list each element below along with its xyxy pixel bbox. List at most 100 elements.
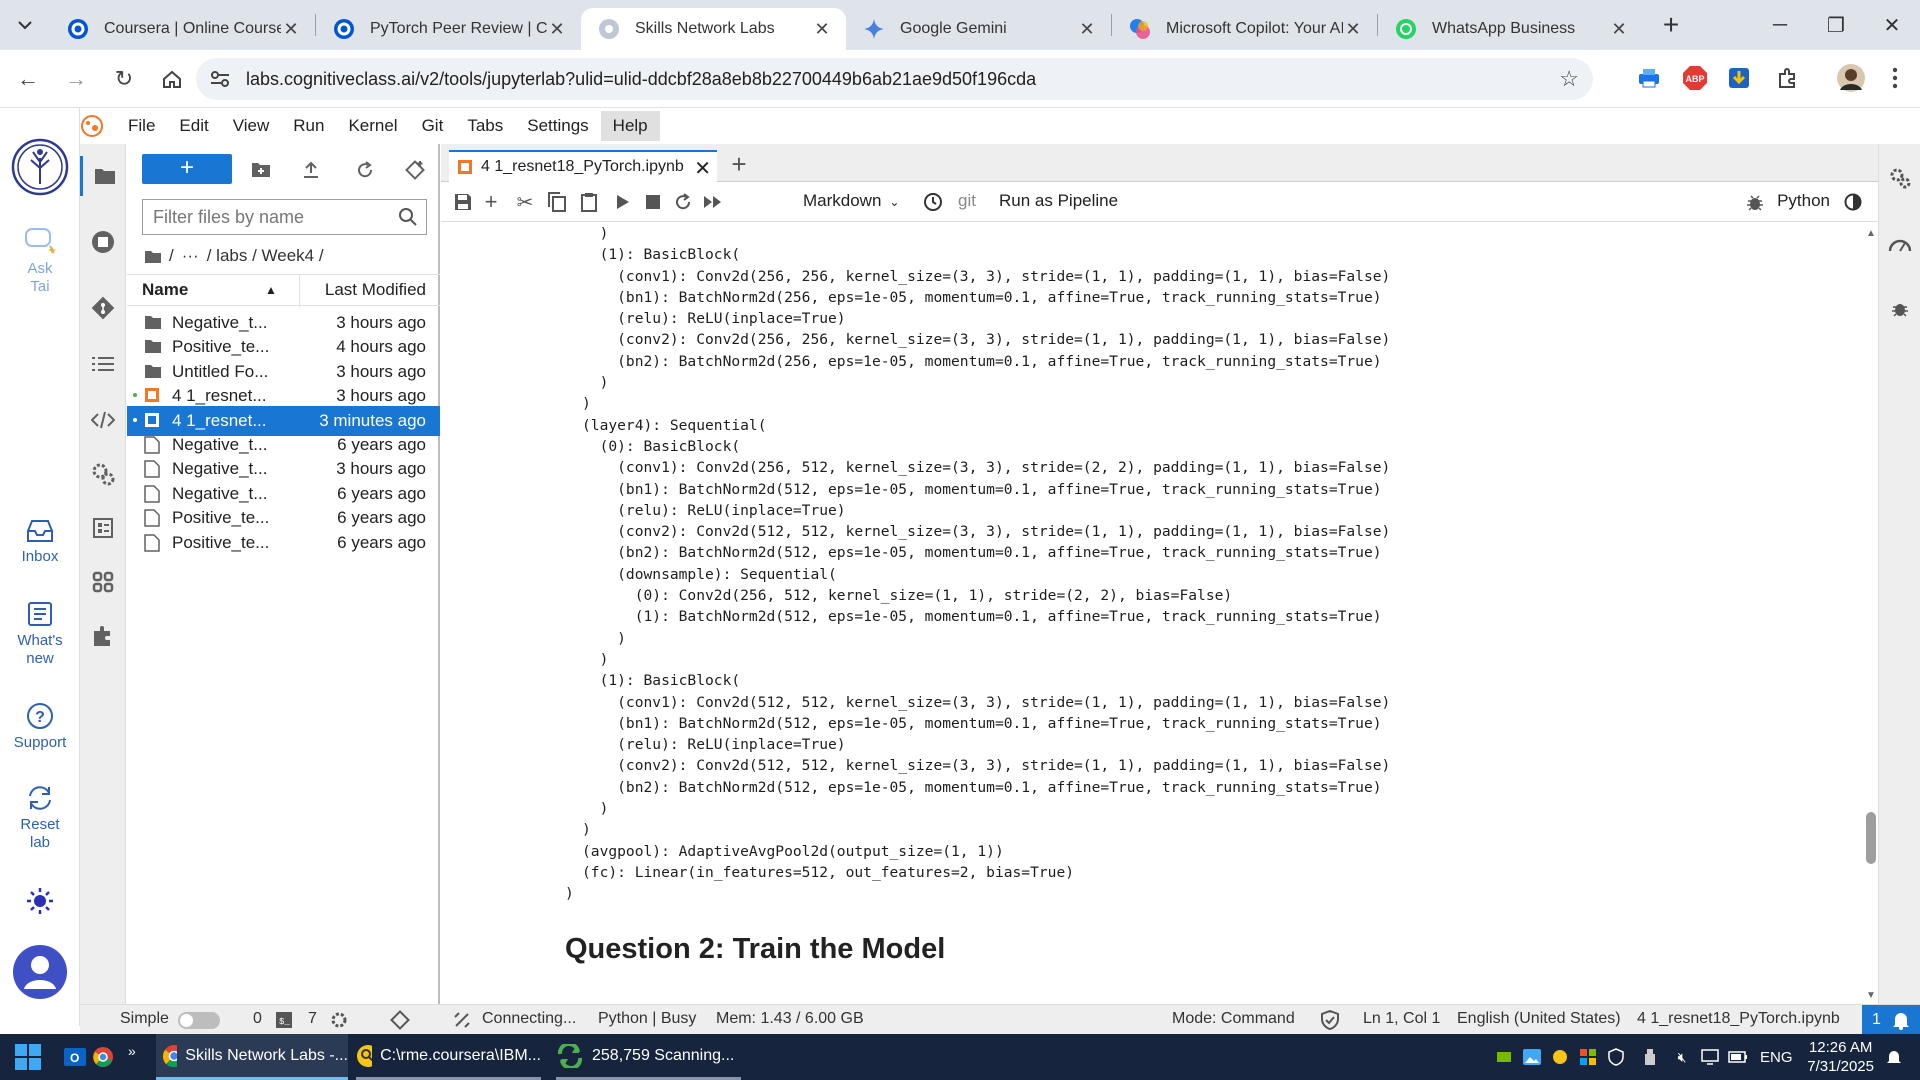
site-info-icon[interactable] — [208, 67, 232, 91]
browser-tab-skills-network[interactable]: Skills Network Labs ✕ — [581, 8, 846, 50]
close-icon[interactable]: ✕ — [1343, 19, 1363, 40]
kernel-name[interactable]: Python — [1777, 191, 1830, 211]
whats-new-button[interactable]: What's new — [0, 600, 80, 668]
terminal-count[interactable]: 0 — [253, 1010, 262, 1028]
browser-tab-copilot[interactable]: Microsoft Copilot: Your AI ✕ — [1112, 8, 1377, 50]
file-row[interactable]: Positive_te... 6 years ago — [127, 528, 440, 558]
back-button[interactable]: ← — [8, 59, 48, 99]
browser-tab-coursera[interactable]: Coursera | Online Courses ✕ — [50, 8, 315, 50]
markdown-heading[interactable]: Question 2: Train the Model — [565, 933, 945, 966]
display-tray-icon[interactable] — [1700, 1047, 1720, 1067]
upload-button[interactable] — [299, 158, 323, 182]
trusted-shield-icon[interactable] — [1321, 1009, 1339, 1035]
close-icon[interactable]: ✕ — [547, 19, 567, 40]
extension-manager-tab[interactable] — [80, 616, 126, 656]
refresh-button[interactable] — [353, 158, 377, 182]
breadcrumb-root[interactable]: / — [169, 246, 174, 266]
notifications-button[interactable]: 1 — [1862, 1005, 1920, 1035]
scroll-up-icon[interactable]: ▲ — [1866, 228, 1876, 239]
support-button[interactable]: ? Support — [0, 702, 80, 751]
table-of-contents-tab[interactable] — [80, 344, 126, 384]
code-snippets-tab[interactable] — [80, 400, 126, 440]
git-diff-button[interactable]: git — [958, 191, 976, 211]
execution-time-button[interactable] — [921, 190, 945, 214]
close-icon[interactable]: ✕ — [281, 19, 301, 40]
scrollbar-thumb[interactable] — [1866, 812, 1876, 864]
column-name-header[interactable]: Name — [142, 280, 188, 300]
property-inspector-button[interactable] — [1879, 158, 1920, 198]
system-clock[interactable]: 12:26 AM 7/31/2025 — [1807, 1038, 1874, 1076]
menu-edit[interactable]: Edit — [167, 111, 220, 141]
browser-tab-gemini[interactable]: Google Gemini ✕ — [846, 8, 1111, 50]
extensions-tab[interactable] — [80, 562, 126, 602]
chrome-taskbar-icon[interactable] — [92, 1034, 114, 1080]
copy-button[interactable] — [545, 190, 569, 214]
adblock-icon[interactable]: ABP — [1678, 61, 1712, 95]
inbox-button[interactable]: Inbox — [0, 518, 80, 565]
office-tray-icon[interactable] — [1578, 1047, 1598, 1067]
taskbar-overflow-chevron[interactable]: » — [128, 1028, 136, 1074]
new-launcher-button[interactable]: + — [142, 154, 232, 184]
nvidia-tray-icon[interactable] — [1494, 1047, 1514, 1067]
browser-tab-whatsapp[interactable]: WhatsApp Business ✕ — [1378, 8, 1643, 50]
close-icon[interactable]: ✕ — [1609, 19, 1629, 40]
browser-tab-pytorch-review[interactable]: PyTorch Peer Review | Cou ✕ — [316, 8, 581, 50]
gallery-tray-icon[interactable] — [1522, 1047, 1542, 1067]
notebook-tab[interactable]: 4 1_resnet18_PyTorch.ipynb ✕ — [449, 150, 717, 182]
breadcrumb-path[interactable]: / labs / Week4 / — [207, 246, 324, 266]
kernel-count[interactable]: 7 — [308, 1010, 317, 1028]
cursor-position[interactable]: Ln 1, Col 1 — [1363, 1010, 1440, 1028]
menu-run[interactable]: Run — [281, 111, 336, 141]
restart-kernel-button[interactable] — [671, 190, 695, 214]
menu-git[interactable]: Git — [410, 111, 456, 141]
resource-usage-button[interactable] — [1879, 224, 1920, 264]
restore-button[interactable]: ❐ — [1808, 0, 1864, 50]
url-field[interactable]: labs.cognitiveclass.ai/v2/tools/jupyterl… — [196, 58, 1593, 100]
outlook-taskbar-icon[interactable]: O — [64, 1034, 86, 1080]
close-icon[interactable]: ✕ — [694, 156, 711, 181]
close-window-button[interactable]: ✕ — [1864, 0, 1920, 50]
theme-toggle-button[interactable] — [0, 886, 80, 920]
spellcheck-language[interactable]: English (United States) — [1457, 1010, 1621, 1028]
menu-kernel[interactable]: Kernel — [336, 111, 409, 141]
notebook-content[interactable]: ) (1): BasicBlock( (conv1): Conv2d(256, … — [441, 223, 1878, 1004]
git-clone-button[interactable] — [403, 158, 427, 182]
taskbar-explorer-window[interactable]: C:\rme.coursera\IBM... — [356, 1034, 541, 1080]
tab-search-button[interactable] — [0, 0, 50, 50]
new-folder-button[interactable] — [249, 158, 273, 182]
git-tab[interactable] — [80, 288, 126, 328]
new-tab-button[interactable]: + — [1651, 9, 1691, 41]
restart-run-all-button[interactable] — [701, 190, 725, 214]
property-inspector-tab[interactable] — [80, 454, 126, 494]
reload-button[interactable]: ↻ — [104, 59, 144, 99]
column-divider[interactable] — [299, 275, 300, 307]
interrupt-kernel-button[interactable] — [641, 190, 665, 214]
home-button[interactable] — [152, 59, 192, 99]
input-language[interactable]: ENG — [1760, 1034, 1793, 1080]
git-status-icon[interactable] — [390, 1010, 410, 1035]
menu-help[interactable]: Help — [600, 111, 660, 141]
weather-tray-icon[interactable] — [1550, 1047, 1570, 1067]
start-button[interactable] — [14, 1034, 42, 1080]
extensions-puzzle-icon[interactable] — [1770, 61, 1804, 95]
breadcrumb-ellipsis[interactable]: ··· — [182, 246, 199, 266]
debugger-panel-button[interactable] — [1879, 288, 1920, 328]
menu-settings[interactable]: Settings — [515, 111, 600, 141]
save-button[interactable] — [451, 190, 475, 214]
minimize-button[interactable]: ─ — [1752, 0, 1808, 50]
folder-icon[interactable] — [145, 250, 161, 263]
bookmark-star-icon[interactable]: ☆ — [1559, 66, 1579, 92]
volume-muted-icon[interactable]: 🔇︎ — [1672, 1047, 1692, 1067]
metadata-tab[interactable] — [80, 508, 126, 548]
simple-mode-toggle[interactable] — [178, 1012, 220, 1029]
extension-printer-icon[interactable] — [1632, 61, 1666, 95]
cell-type-dropdown[interactable]: Markdown ⌄ — [803, 191, 899, 211]
forward-button[interactable]: → — [56, 59, 96, 99]
skills-network-logo[interactable] — [0, 138, 80, 200]
debugger-button[interactable] — [1743, 190, 1767, 214]
paste-button[interactable] — [577, 190, 601, 214]
run-as-pipeline-button[interactable]: Run as Pipeline — [999, 191, 1118, 211]
taskbar-scanner-window[interactable]: 258,759 Scanning... — [556, 1034, 741, 1080]
cut-button[interactable]: ✂ — [513, 190, 537, 214]
run-cell-button[interactable] — [611, 190, 635, 214]
